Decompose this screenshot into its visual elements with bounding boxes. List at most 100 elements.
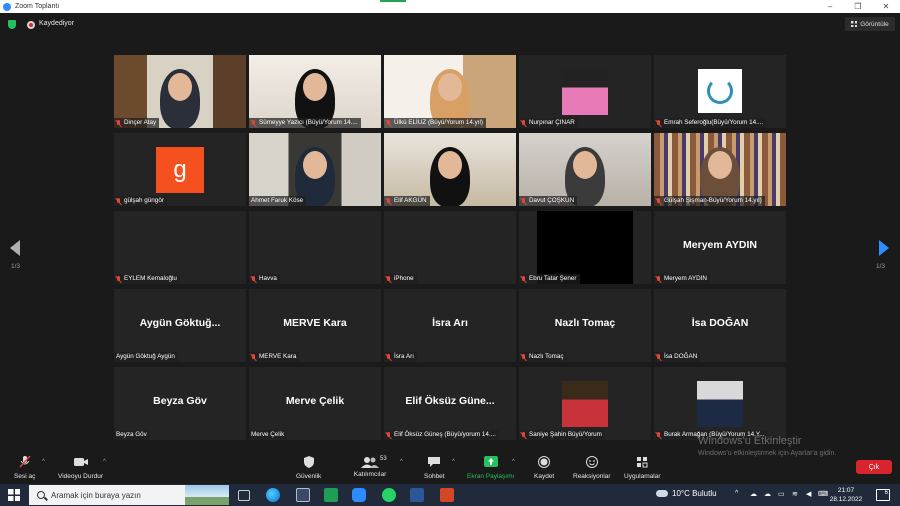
windows-start-icon[interactable] bbox=[8, 489, 20, 501]
participant-tile[interactable]: Elif Öksüz Güne... Elif Öksüz Güneş (Büyü… bbox=[384, 367, 516, 440]
participant-tile[interactable]: MERVE Kara MERVE Kara bbox=[249, 289, 381, 362]
participant-tile[interactable]: Davut ÇOŞKUN bbox=[519, 133, 651, 206]
security-button[interactable]: Güvenlik bbox=[296, 456, 321, 480]
participant-tile[interactable]: EYLEM Kemaloğlu bbox=[114, 211, 246, 284]
prev-page-icon[interactable] bbox=[10, 240, 20, 256]
participant-face bbox=[438, 151, 462, 179]
participant-tile[interactable]: Burak Armağan (Büyü/Yorum 14.Y... bbox=[654, 367, 786, 440]
edge-browser-icon[interactable] bbox=[266, 488, 280, 502]
participant-name: iPhone bbox=[394, 275, 414, 282]
share-screen-button[interactable]: Ekran Paylaşımı bbox=[467, 456, 514, 480]
mic-muted-icon bbox=[521, 119, 526, 127]
participant-tile[interactable]: İsra Arı İsra Arı bbox=[384, 289, 516, 362]
participant-tile[interactable]: İsa DOĞAN İsa DOĞAN bbox=[654, 289, 786, 362]
unmute-button[interactable]: Sesi aç bbox=[14, 455, 35, 480]
mic-muted-icon bbox=[521, 353, 526, 361]
participant-tile[interactable]: Meryem AYDIN Meryem AYDIN bbox=[654, 211, 786, 284]
participant-tile[interactable]: Nurpınar ÇINAR bbox=[519, 55, 651, 128]
participant-name: Ebru Tatar Şener bbox=[529, 275, 577, 282]
participant-name: Nazlı Tomaç bbox=[529, 353, 564, 360]
video-options-caret[interactable]: ^ bbox=[103, 459, 106, 465]
participant-tile[interactable]: Emrah Seferoğlu(Büyü/Yorum 14.... bbox=[654, 55, 786, 128]
chat-options-caret[interactable]: ^ bbox=[452, 459, 455, 465]
store-app-icon[interactable] bbox=[324, 488, 338, 502]
participant-tile[interactable]: g gülşah güngör bbox=[114, 133, 246, 206]
view-button[interactable]: Görüntüle bbox=[845, 17, 895, 31]
powerpoint-icon[interactable] bbox=[440, 488, 454, 502]
participant-name-label: Sümeyye Yazıcı (Büyü/Yorum 14.... bbox=[249, 118, 361, 128]
participants-count: 53 bbox=[380, 456, 387, 462]
chat-bubble-icon bbox=[428, 457, 441, 467]
participant-tile[interactable]: Beyza Göv Beyza Göv bbox=[114, 367, 246, 440]
participant-name-label: Beyza Göv bbox=[114, 430, 150, 440]
participant-name-label: gülşah güngör bbox=[114, 196, 167, 206]
participant-name-label: Ülkü ELİUZ (Büyü/Yorum 14.yıl) bbox=[384, 118, 487, 128]
participant-name-label: İsa DOĞAN bbox=[654, 352, 701, 362]
share-screen-icon bbox=[483, 456, 498, 467]
participants-button[interactable]: 53 Katılımcılar bbox=[352, 456, 388, 478]
whatsapp-icon[interactable] bbox=[382, 488, 396, 502]
participant-tile[interactable]: Nazlı Tomaç Nazlı Tomaç bbox=[519, 289, 651, 362]
taskbar-search[interactable]: Aramak için buraya yazın bbox=[29, 485, 229, 505]
participant-tile[interactable]: Dinçer Atay bbox=[114, 55, 246, 128]
participant-face bbox=[573, 151, 597, 179]
reactions-button[interactable]: Reaksiyonlar bbox=[573, 456, 611, 480]
input-language-icon[interactable]: ⌨ bbox=[818, 490, 828, 498]
minimize-icon[interactable]: – bbox=[816, 2, 844, 11]
share-options-caret[interactable]: ^ bbox=[512, 459, 515, 465]
leave-meeting-button[interactable]: Çık bbox=[856, 460, 892, 474]
taskbar-clock[interactable]: 21:07 28.12.2022 bbox=[829, 486, 863, 504]
mic-muted-icon bbox=[656, 275, 661, 283]
word-icon[interactable] bbox=[410, 488, 424, 502]
mic-muted-icon bbox=[251, 275, 256, 283]
record-button[interactable]: Kaydet bbox=[534, 456, 554, 480]
activation-watermark-text: Windows'u etkinleştirmek için Ayarlar'a … bbox=[698, 450, 837, 457]
participant-name-label: Gülşah Şişman-Büyü/Yorum 14.yıl) bbox=[654, 196, 765, 206]
mic-muted-icon bbox=[19, 455, 31, 468]
participant-tile[interactable]: Elif AKGÜN bbox=[384, 133, 516, 206]
participant-tile[interactable]: iPhone bbox=[384, 211, 516, 284]
audio-options-caret[interactable]: ^ bbox=[42, 459, 45, 465]
participant-name-label: Meryem AYDIN bbox=[654, 274, 710, 284]
mic-muted-icon bbox=[386, 197, 391, 205]
battery-icon[interactable]: ▭ bbox=[778, 490, 785, 498]
onedrive-icon[interactable]: ☁ bbox=[750, 490, 757, 498]
task-view-icon[interactable] bbox=[238, 490, 250, 501]
participant-tile[interactable]: Aygün Göktuğ... Aygün Göktuğ Aygün bbox=[114, 289, 246, 362]
participant-tile[interactable]: Havva bbox=[249, 211, 381, 284]
participant-tile[interactable]: Saniye Şahin Büyü/Yorum bbox=[519, 367, 651, 440]
participant-tile[interactable]: Ebru Tatar Şener bbox=[519, 211, 651, 284]
weather-widget[interactable]: 10°C Bulutlu bbox=[656, 489, 717, 498]
participant-tile[interactable]: Ahmet Faruk Köse bbox=[249, 133, 381, 206]
shield-icon[interactable] bbox=[8, 20, 16, 29]
close-icon[interactable]: ✕ bbox=[872, 2, 900, 11]
participant-tile[interactable]: Ülkü ELİUZ (Büyü/Yorum 14.yıl) bbox=[384, 55, 516, 128]
stop-video-button[interactable]: Videoyu Durdur bbox=[58, 456, 103, 480]
participants-label: Katılımcılar bbox=[353, 471, 387, 478]
participant-tile[interactable]: Gülşah Şişman-Büyü/Yorum 14.yıl) bbox=[654, 133, 786, 206]
notification-center-icon[interactable]: 6 bbox=[876, 489, 890, 501]
file-explorer-icon[interactable] bbox=[296, 488, 310, 502]
participant-name: EYLEM Kemaloğlu bbox=[124, 275, 177, 282]
next-page-icon[interactable] bbox=[879, 240, 889, 256]
participants-options-caret[interactable]: ^ bbox=[400, 459, 403, 465]
participant-name-label: Merve Çelik bbox=[249, 430, 288, 440]
mic-muted-icon bbox=[656, 197, 661, 205]
participant-tile[interactable]: Merve Çelik Merve Çelik bbox=[249, 367, 381, 440]
zoom-taskbar-icon[interactable] bbox=[352, 488, 366, 502]
volume-icon[interactable]: ◀ bbox=[806, 490, 811, 498]
cloud-sync-icon[interactable]: ☁ bbox=[764, 490, 771, 498]
maximize-icon[interactable]: ❐ bbox=[844, 2, 872, 11]
mic-muted-icon bbox=[251, 353, 256, 361]
wifi-icon[interactable]: ≋ bbox=[792, 490, 798, 498]
chat-button[interactable]: Sohbet bbox=[424, 456, 445, 480]
participant-name: Merve Çelik bbox=[251, 431, 285, 438]
participant-name: Aygün Göktuğ Aygün bbox=[116, 353, 175, 360]
grid-icon bbox=[851, 21, 858, 27]
participant-tile[interactable]: Sümeyye Yazıcı (Büyü/Yorum 14.... bbox=[249, 55, 381, 128]
security-label: Güvenlik bbox=[296, 473, 322, 480]
participant-name: gülşah güngör bbox=[124, 197, 164, 204]
participant-name-label: Aygün Göktuğ Aygün bbox=[114, 352, 178, 362]
apps-button[interactable]: Uygulamalar bbox=[624, 456, 661, 480]
tray-overflow-icon[interactable]: ^ bbox=[735, 490, 738, 497]
